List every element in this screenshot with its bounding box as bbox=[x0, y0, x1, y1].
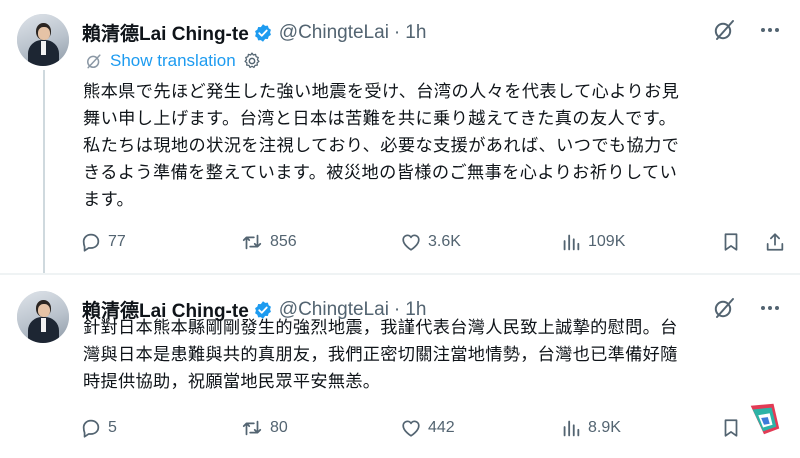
watermark-logo bbox=[750, 403, 780, 435]
handle[interactable]: @ChingteLai bbox=[279, 22, 389, 44]
view-count: 109K bbox=[588, 233, 626, 250]
more-icon[interactable] bbox=[758, 18, 782, 42]
tweet-2[interactable]: 賴清德Lai Ching-te @ChingteLai · 1h 針對日本熊本縣… bbox=[0, 275, 800, 458]
show-translation[interactable]: Show translation bbox=[84, 51, 262, 71]
tweet-text-line: きるよう準備を整えています。被災地の皆様のご無事を心よりお祈りしてい bbox=[83, 163, 678, 183]
tweet-text-line: ます。 bbox=[83, 190, 135, 210]
repost-button[interactable]: 856 bbox=[240, 231, 297, 253]
tweet-text-line: 私たちは現地の状況を注視しており、必要な支援があれば、いつでも協力で bbox=[83, 136, 680, 156]
bookmark-icon bbox=[724, 233, 738, 251]
repost-icon bbox=[242, 234, 262, 250]
views-icon bbox=[563, 420, 580, 437]
tweet-text: 針對日本熊本縣剛剛發生的強烈地震，我謹代表台灣人民致上誠摯的慰問。台 灣與日本是… bbox=[83, 315, 776, 396]
bookmark-button[interactable] bbox=[720, 231, 742, 253]
thread-connector-line bbox=[43, 70, 45, 280]
tweet-1[interactable]: 賴清德Lai Ching-te @ChingteLai · 1h Show tr… bbox=[0, 0, 800, 280]
gear-icon[interactable] bbox=[242, 51, 262, 71]
reply-count: 77 bbox=[108, 233, 126, 250]
tweet-text-line: 針對日本熊本縣剛剛發生的強烈地震，我謹代表台灣人民致上誠摯的慰問。台 bbox=[83, 318, 678, 338]
tweet-action-bar: 5 80 442 8.9K bbox=[80, 417, 790, 443]
reply-icon bbox=[82, 233, 100, 252]
reply-button[interactable]: 5 bbox=[80, 417, 117, 439]
repost-count: 856 bbox=[270, 233, 297, 250]
tweet-top-actions bbox=[712, 18, 782, 42]
repost-button[interactable]: 80 bbox=[240, 417, 288, 439]
reply-icon bbox=[82, 419, 100, 438]
bookmark-icon bbox=[724, 419, 738, 437]
show-translation-link[interactable]: Show translation bbox=[110, 51, 236, 71]
share-button[interactable] bbox=[764, 231, 786, 253]
views-button[interactable]: 109K bbox=[560, 231, 625, 253]
verified-badge-icon bbox=[254, 23, 271, 42]
views-button[interactable]: 8.9K bbox=[560, 417, 621, 439]
reply-count: 5 bbox=[108, 419, 117, 436]
avatar[interactable] bbox=[17, 14, 69, 66]
grok-icon[interactable] bbox=[712, 18, 736, 42]
view-count: 8.9K bbox=[588, 419, 621, 436]
display-name[interactable]: 賴清德Lai Ching-te bbox=[82, 19, 249, 46]
repost-count: 80 bbox=[270, 419, 288, 436]
like-button[interactable]: 442 bbox=[400, 417, 455, 439]
like-count: 442 bbox=[428, 419, 455, 436]
tweet-text-line: 時提供協助，祝願當地民眾平安無恙。 bbox=[83, 372, 381, 392]
tweet-text-line: 熊本県で先ほど発生した強い地震を受け、台湾の人々を代表して心よりお見 bbox=[83, 82, 680, 102]
heart-icon bbox=[402, 234, 420, 251]
avatar[interactable] bbox=[17, 291, 69, 343]
repost-icon bbox=[242, 420, 262, 436]
tweet-text: 熊本県で先ほど発生した強い地震を受け、台湾の人々を代表して心よりお見 舞い申し上… bbox=[83, 79, 776, 214]
reply-button[interactable]: 77 bbox=[80, 231, 126, 253]
timestamp[interactable]: 1h bbox=[405, 22, 426, 44]
tweet-action-bar: 77 856 3.6K 109K bbox=[80, 231, 790, 257]
separator-dot: · bbox=[393, 21, 401, 43]
heart-icon bbox=[402, 420, 420, 437]
globe-icon bbox=[87, 54, 101, 69]
like-count: 3.6K bbox=[428, 233, 461, 250]
tweet-text-line: 灣與日本是患難與共的真朋友，我們正密切關注當地情勢，台灣也已準備好隨 bbox=[83, 345, 678, 365]
share-icon bbox=[766, 233, 784, 251]
bookmark-button[interactable] bbox=[720, 417, 742, 439]
tweet-text-line: 舞い申し上げます。台湾と日本は苦難を共に乗り越えてきた真の友人です。 bbox=[83, 109, 677, 129]
like-button[interactable]: 3.6K bbox=[400, 231, 461, 253]
tweet-header: 賴清德Lai Ching-te @ChingteLai · 1h bbox=[82, 19, 426, 46]
views-icon bbox=[563, 234, 580, 251]
